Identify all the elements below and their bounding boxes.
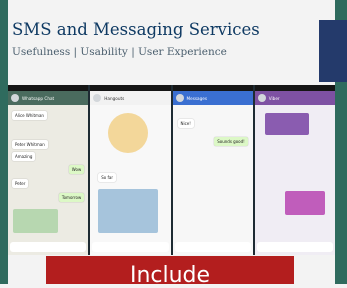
message-bubble: Alice Whitman xyxy=(12,111,47,120)
message-bubble: Wow xyxy=(68,165,85,174)
app-screenshots: Whatsapp Chat Alice Whitman Peter Whitma… xyxy=(8,85,335,255)
app-header: Whatsapp Chat xyxy=(8,91,89,105)
cartoon-sticker xyxy=(108,113,149,153)
sticker xyxy=(264,113,309,135)
message-bubble: Nice! xyxy=(177,119,194,128)
message-input[interactable] xyxy=(10,242,87,252)
photo-thumbnail xyxy=(98,189,159,233)
message-input[interactable] xyxy=(174,242,251,252)
message-bubble: So far xyxy=(98,173,117,182)
screenshot-whatsapp: Whatsapp Chat Alice Whitman Peter Whitma… xyxy=(8,85,89,255)
message-bubble: Peter xyxy=(12,179,29,188)
slide-corner-accent xyxy=(319,20,347,82)
screenshot-viber: Viber xyxy=(254,85,335,255)
header-title: Viber xyxy=(268,95,280,101)
sticker xyxy=(285,191,325,215)
screenshot-messages: Messages Nice! Sounds good! xyxy=(172,85,253,255)
header-title: Hangouts xyxy=(104,95,125,101)
avatar xyxy=(11,94,19,102)
message-bubble: Tomorrow xyxy=(58,193,85,202)
avatar xyxy=(93,94,102,102)
message-bubble: Sounds good! xyxy=(214,137,248,146)
header-title: Whatsapp Chat xyxy=(22,95,55,101)
message-input[interactable] xyxy=(92,242,169,252)
slide-title: SMS and Messaging Services xyxy=(12,20,260,39)
caption-banner: Include xyxy=(46,256,294,288)
slide-frame-left xyxy=(0,0,8,284)
app-header: Hangouts xyxy=(90,91,171,105)
caption-text: Include xyxy=(129,263,211,288)
slide-subtitle: Usefulness | Usability | User Experience xyxy=(12,46,227,58)
message-input[interactable] xyxy=(256,242,333,252)
avatar xyxy=(257,94,266,102)
app-header: Viber xyxy=(254,91,335,105)
message-bubble: Peter Whitman xyxy=(12,140,48,149)
app-header: Messages xyxy=(172,91,253,105)
map-thumbnail xyxy=(13,209,58,233)
avatar xyxy=(175,94,184,102)
header-title: Messages xyxy=(186,95,208,101)
message-bubble: Amazing xyxy=(12,152,36,161)
screenshot-hangouts: Hangouts So far xyxy=(90,85,171,255)
